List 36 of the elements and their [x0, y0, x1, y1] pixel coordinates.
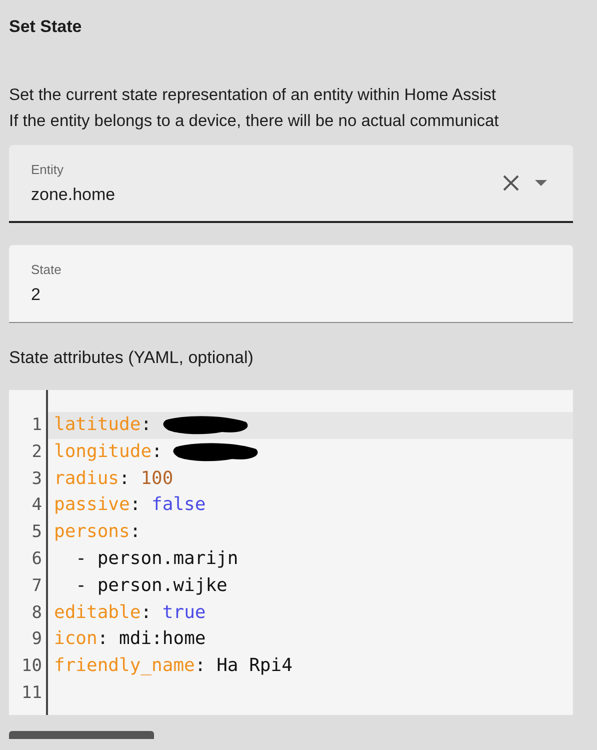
line-number: 6	[30, 548, 43, 571]
code-text: radius: 100	[54, 466, 174, 491]
section-label: State attributes (YAML, optional)	[9, 347, 254, 369]
state-field[interactable]: State 2	[9, 245, 573, 323]
code-text: persons:	[54, 520, 141, 544]
description-text: If the entity belongs to a device, there will be no actual communicat	[9, 111, 500, 132]
code-text: latitude:	[54, 413, 152, 437]
code-text: passive: false	[54, 493, 206, 518]
field-value: zone.home	[31, 184, 116, 206]
line-number: 11	[20, 682, 43, 705]
redaction-scribble-icon	[172, 441, 260, 464]
caret-icon[interactable]	[535, 180, 547, 186]
code-editor[interactable]: 1 2 3 4 5 6 7 8 9 10 11 latitude: longitude: radius: 100 passive: false persons: - person.marijn - person.wijke editable: true icon: mdi:home friendly_name: Ha Rpi4	[9, 390, 573, 715]
line-number: 10	[20, 655, 43, 678]
field-label: State	[31, 262, 62, 278]
code-text: icon: mdi:home	[54, 627, 206, 652]
code-text: - person.wijke	[74, 574, 228, 598]
line-number: 9	[30, 628, 43, 652]
line-number: 2	[30, 440, 43, 464]
code-text: - person.marijn	[74, 546, 238, 571]
entity-field[interactable]: Entity zone.home	[9, 145, 573, 223]
line-number: 3	[30, 468, 43, 491]
code-text: longitude:	[54, 440, 162, 464]
description-text: Set the current state representation of an entity within Home Assist	[9, 85, 497, 106]
line-number: 7	[30, 574, 43, 598]
line-number: 8	[30, 602, 43, 625]
dialog-title: Set State	[9, 16, 83, 38]
code-text: friendly_name: Ha Rpi4	[54, 654, 292, 678]
line-number: 4	[30, 494, 43, 518]
field-label: Entity	[31, 162, 64, 178]
line-number: 1	[30, 414, 43, 437]
code-text: editable: true	[54, 600, 206, 625]
close-icon[interactable]	[503, 175, 519, 191]
redaction-scribble-icon	[162, 414, 250, 436]
line-number: 5	[30, 521, 43, 544]
field-value: 2	[31, 284, 40, 306]
